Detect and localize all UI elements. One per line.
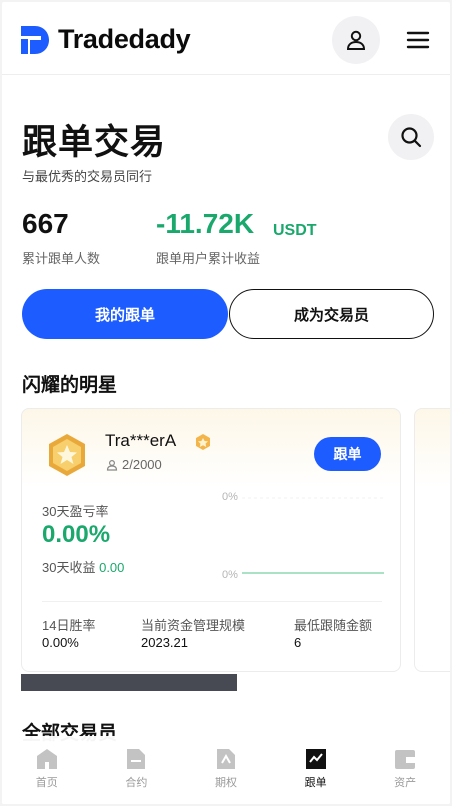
menu-button[interactable] <box>402 24 434 56</box>
logo-icon <box>21 25 49 54</box>
profit-unit: USDT <box>273 222 317 239</box>
followers-count: 2/2000 <box>122 457 162 472</box>
user-account-button[interactable] <box>332 16 380 64</box>
aum-value: 2023.21 <box>141 635 188 650</box>
aum-label: 当前资金管理规模 <box>141 618 246 633</box>
home-icon <box>36 749 57 769</box>
brand-name: Tradedady <box>58 24 191 54</box>
brand-logo[interactable]: Tradedady <box>21 24 191 55</box>
nav-label-options: 期权 <box>214 777 237 789</box>
search-button[interactable] <box>388 114 434 160</box>
copy-trade-icon <box>305 749 326 769</box>
options-icon <box>216 749 235 769</box>
become-trader-button[interactable]: 成为交易员 <box>229 289 434 339</box>
pnl-mini-chart: 0% 0% <box>218 489 386 585</box>
income-row: 30天收益 0.00 <box>42 557 124 576</box>
verified-badge-icon <box>194 433 212 456</box>
win-rate-value: 0.00% <box>42 635 79 650</box>
followers-total-value: 667 <box>22 208 69 239</box>
win-rate-label: 14日胜率 <box>42 618 96 633</box>
trader-rank-badge-icon <box>46 433 88 482</box>
wallet-icon <box>395 750 416 769</box>
trader-followers: 2/2000 <box>106 457 162 472</box>
trader-name[interactable]: Tra***erA <box>105 431 176 451</box>
income-label: 30天收益 <box>42 560 96 575</box>
contract-icon <box>127 749 146 769</box>
nav-item-contract[interactable]: 合约 <box>92 736 182 804</box>
nav-label-home: 首页 <box>35 777 58 789</box>
pnl-rate-label: 30天盈亏率 <box>42 504 109 519</box>
nav-label-contract: 合约 <box>125 777 148 789</box>
profit-total-label: 跟单用户累计收益 <box>156 251 261 266</box>
search-icon <box>401 127 422 148</box>
profit-total-value: -11.72K <box>156 208 255 239</box>
min-follow-amount-value: 6 <box>294 635 302 650</box>
stars-section-title: 闪耀的明星 <box>22 375 118 396</box>
menu-icon <box>406 31 430 49</box>
trader-card[interactable]: Tra***erA 2/2000 跟单 30天盈亏率 0.00% 30天收益 0… <box>21 408 401 672</box>
carousel-scrollbar[interactable] <box>21 674 237 691</box>
income-value: 0.00 <box>99 560 125 575</box>
person-icon <box>106 459 118 471</box>
nav-label-assets: 资产 <box>394 777 417 789</box>
top-header: Tradedady <box>2 2 450 75</box>
card-divider <box>42 601 382 602</box>
followers-total-label: 累计跟单人数 <box>22 251 101 266</box>
nav-item-assets[interactable]: 资产 <box>360 736 450 804</box>
trader-card-next[interactable] <box>414 408 450 672</box>
pnl-rate-value: 0.00% <box>42 521 111 548</box>
app-frame: Tradedady 跟单交易 与最优秀的交易员同行 667 -11.72K US… <box>2 2 450 804</box>
page-subtitle: 与最优秀的交易员同行 <box>22 169 153 184</box>
min-follow-amount-label: 最低跟随金额 <box>294 618 373 633</box>
nav-item-home[interactable]: 首页 <box>2 736 92 804</box>
nav-item-options[interactable]: 期权 <box>181 736 271 804</box>
user-icon <box>346 30 366 50</box>
nav-label-copy-trade: 跟单 <box>304 777 327 789</box>
nav-item-copy-trade[interactable]: 跟单 <box>271 736 361 804</box>
follow-trader-button[interactable]: 跟单 <box>314 437 381 471</box>
my-copy-trades-button[interactable]: 我的跟单 <box>22 289 228 339</box>
page-title: 跟单交易 <box>22 123 167 162</box>
bottom-nav: 首页 合约 期权 跟单 资产 <box>2 736 450 804</box>
